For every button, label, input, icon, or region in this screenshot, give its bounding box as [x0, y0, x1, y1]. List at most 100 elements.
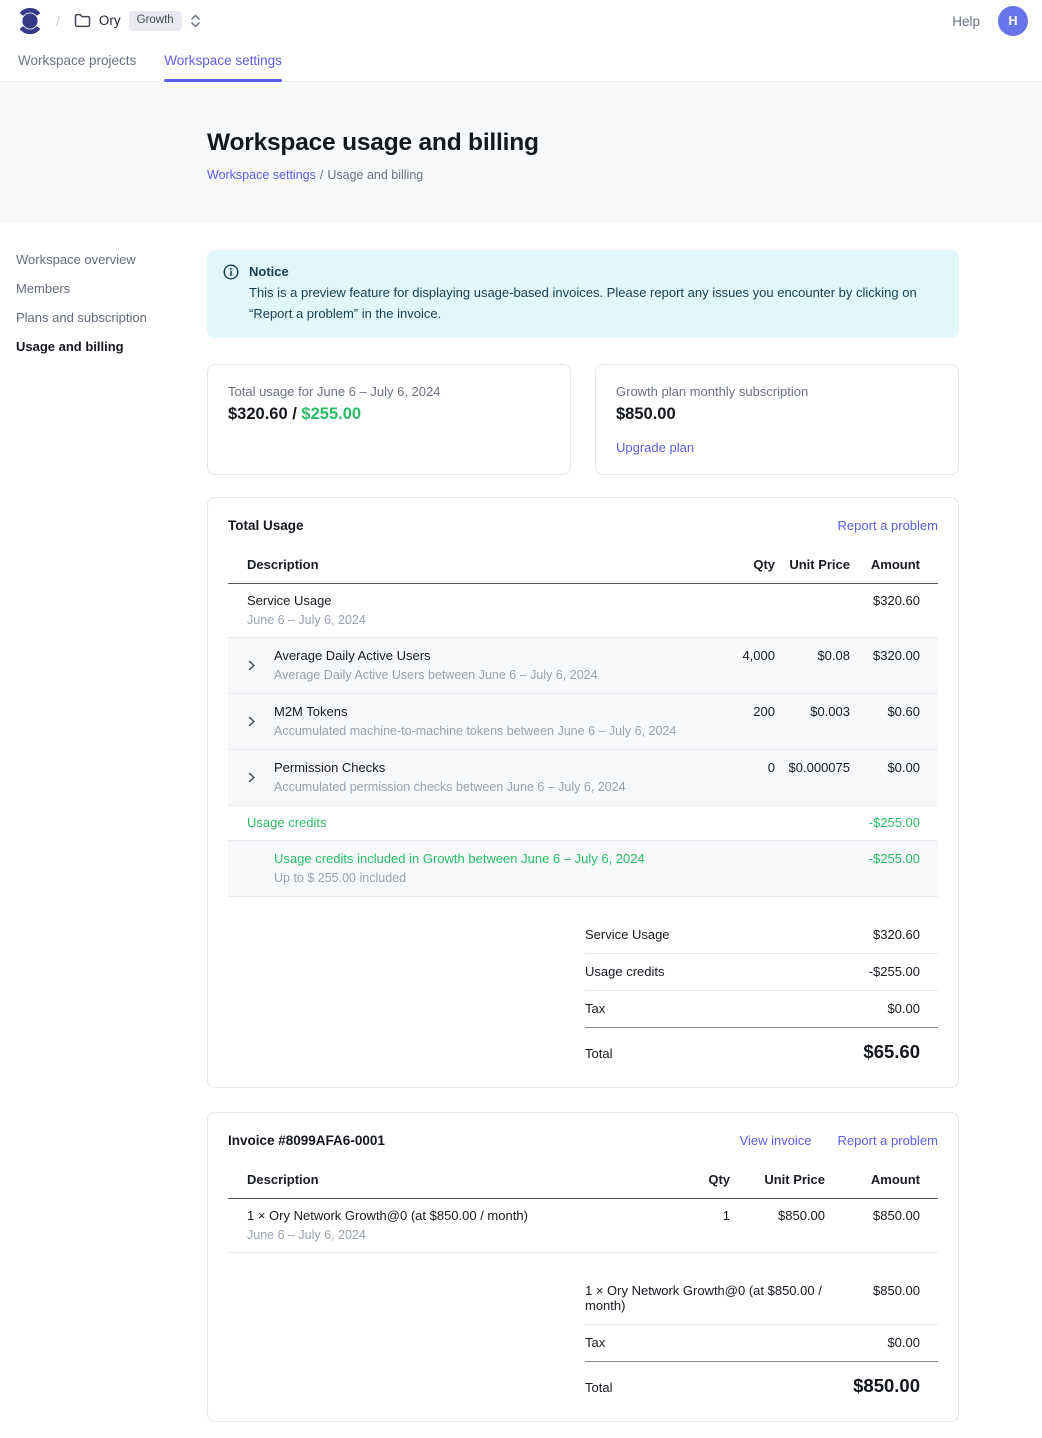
- row-title: Average Daily Active Users: [274, 648, 598, 664]
- row-amount: $850.00: [825, 1208, 920, 1224]
- chevron-right-icon[interactable]: [247, 660, 274, 671]
- invoice-panel: Invoice #8099AFA6-0001 View invoice Repo…: [207, 1112, 959, 1422]
- invoice-panel-title: Invoice #8099AFA6-0001: [228, 1133, 740, 1148]
- tab-workspace-projects[interactable]: Workspace projects: [18, 42, 136, 81]
- summary-row-tax: Tax $0.00: [585, 1325, 938, 1362]
- usage-credit-amount: $255.00: [301, 405, 361, 423]
- row-title: M2M Tokens: [274, 704, 676, 720]
- summary-row-service-usage: Service Usage $320.60: [585, 917, 938, 954]
- column-qty: Qty: [700, 557, 775, 573]
- invoice-summary: 1 × Ory Network Growth@0 (at $850.00 / m…: [585, 1273, 938, 1401]
- total-usage-card-label: Total usage for June 6 – July 6, 2024: [228, 384, 550, 399]
- usage-table-header: Description Qty Unit Price Amount: [228, 549, 938, 584]
- row-title: Usage credits included in Growth between…: [274, 851, 645, 867]
- summary-row-subscription: 1 × Ory Network Growth@0 (at $850.00 / m…: [585, 1273, 938, 1325]
- row-title: Service Usage: [247, 593, 366, 609]
- row-amount: -$255.00: [850, 851, 920, 867]
- column-amount: Amount: [825, 1172, 920, 1188]
- subscription-card-amount: $850.00: [616, 405, 938, 424]
- info-icon: [223, 264, 239, 324]
- subscription-card: Growth plan monthly subscription $850.00…: [595, 364, 959, 475]
- row-qty: 4,000: [700, 648, 775, 664]
- column-description: Description: [247, 557, 700, 573]
- row-subtitle: Up to $ 255.00 included: [274, 871, 645, 886]
- view-invoice-link[interactable]: View invoice: [740, 1133, 812, 1148]
- usage-panel-title: Total Usage: [228, 518, 838, 533]
- row-amount: $320.60: [850, 593, 920, 609]
- table-row-average-daily-active-users[interactable]: Average Daily Active Users Average Daily…: [228, 638, 938, 694]
- row-subtitle: June 6 – July 6, 2024: [247, 613, 366, 628]
- row-subtitle: Accumulated permission checks between Ju…: [274, 780, 626, 795]
- row-unit-price: $0.000075: [775, 760, 850, 776]
- row-unit-price: $850.00: [730, 1208, 825, 1224]
- column-amount: Amount: [850, 557, 920, 573]
- workspace-name: Ory: [99, 13, 121, 28]
- help-link[interactable]: Help: [952, 14, 980, 29]
- row-amount: $0.60: [850, 704, 920, 720]
- page-title: Workspace usage and billing: [207, 129, 1042, 157]
- sidebar-item-plans-and-subscription[interactable]: Plans and subscription: [0, 303, 207, 332]
- table-row-usage-credits: Usage credits -$255.00: [228, 806, 938, 841]
- table-row-m2m-tokens[interactable]: M2M Tokens Accumulated machine-to-machin…: [228, 694, 938, 750]
- path-separator: /: [56, 13, 60, 29]
- usage-summary: Service Usage $320.60 Usage credits -$25…: [585, 917, 938, 1067]
- folder-icon: [74, 13, 91, 28]
- total-usage-panel: Total Usage Report a problem Description…: [207, 497, 959, 1088]
- notice-banner: Notice This is a preview feature for dis…: [207, 250, 959, 338]
- summary-row-usage-credits: Usage credits -$255.00: [585, 954, 938, 991]
- row-unit-price: $0.08: [775, 648, 850, 664]
- row-subtitle: June 6 – July 6, 2024: [247, 1228, 528, 1243]
- row-unit-price: $0.003: [775, 704, 850, 720]
- sidebar-item-workspace-overview[interactable]: Workspace overview: [0, 245, 207, 274]
- workspace-tabs: Workspace projects Workspace settings: [0, 42, 1042, 82]
- workspace-switcher[interactable]: Ory Growth: [74, 11, 201, 31]
- total-usage-card: Total usage for June 6 – July 6, 2024 $3…: [207, 364, 571, 475]
- breadcrumb-separator: /: [320, 168, 323, 182]
- notice-title: Notice: [249, 263, 943, 282]
- invoice-table-header: Description Qty Unit Price Amount: [228, 1164, 938, 1199]
- row-title: Permission Checks: [274, 760, 626, 776]
- sidebar-item-usage-and-billing[interactable]: Usage and billing: [0, 332, 207, 361]
- breadcrumb-link-workspace-settings[interactable]: Workspace settings: [207, 168, 316, 182]
- row-amount: $0.00: [850, 760, 920, 776]
- settings-sidebar: Workspace overview Members Plans and sub…: [0, 223, 207, 361]
- column-unit-price: Unit Price: [730, 1172, 825, 1188]
- summary-total: Total $850.00: [585, 1362, 938, 1401]
- report-a-problem-link[interactable]: Report a problem: [838, 1133, 938, 1148]
- table-row-permission-checks[interactable]: Permission Checks Accumulated permission…: [228, 750, 938, 806]
- row-amount: $320.00: [850, 648, 920, 664]
- page-head: Workspace usage and billing Workspace se…: [0, 82, 1042, 223]
- workspace-plan-badge: Growth: [129, 11, 182, 31]
- sidebar-item-members[interactable]: Members: [0, 274, 207, 303]
- ory-logo-icon[interactable]: [18, 6, 42, 36]
- tab-workspace-settings[interactable]: Workspace settings: [164, 42, 282, 81]
- row-title: Usage credits: [247, 815, 326, 831]
- breadcrumb-current: Usage and billing: [327, 168, 423, 182]
- upgrade-plan-link[interactable]: Upgrade plan: [616, 440, 694, 455]
- total-usage-card-amount: $320.60 / $255.00: [228, 405, 550, 424]
- table-row-usage-credits-detail: Usage credits included in Growth between…: [228, 841, 938, 897]
- breadcrumb: Workspace settings / Usage and billing: [207, 168, 1042, 182]
- column-qty: Qty: [670, 1172, 730, 1188]
- summary-row-tax: Tax $0.00: [585, 991, 938, 1028]
- report-a-problem-link[interactable]: Report a problem: [838, 518, 938, 533]
- notice-body: This is a preview feature for displaying…: [249, 283, 943, 325]
- avatar[interactable]: H: [998, 6, 1028, 36]
- row-subtitle: Average Daily Active Users between June …: [274, 668, 598, 683]
- row-amount: -$255.00: [850, 815, 920, 831]
- column-description: Description: [247, 1172, 670, 1188]
- chevron-right-icon[interactable]: [247, 772, 274, 783]
- topbar: / Ory Growth Help H: [0, 0, 1042, 42]
- row-subtitle: Accumulated machine-to-machine tokens be…: [274, 724, 676, 739]
- main-content: Notice This is a preview feature for dis…: [207, 223, 959, 1438]
- table-row-growth-subscription: 1 × Ory Network Growth@0 (at $850.00 / m…: [228, 1199, 938, 1253]
- chevron-right-icon[interactable]: [247, 716, 274, 727]
- row-title: 1 × Ory Network Growth@0 (at $850.00 / m…: [247, 1208, 528, 1224]
- row-qty: 0: [700, 760, 775, 776]
- summary-total: Total $65.60: [585, 1028, 938, 1067]
- column-unit-price: Unit Price: [775, 557, 850, 573]
- subscription-card-label: Growth plan monthly subscription: [616, 384, 938, 399]
- row-qty: 1: [670, 1208, 730, 1224]
- up-down-chevrons-icon[interactable]: [190, 13, 201, 29]
- table-row-service-usage: Service Usage June 6 – July 6, 2024 $320…: [228, 584, 938, 638]
